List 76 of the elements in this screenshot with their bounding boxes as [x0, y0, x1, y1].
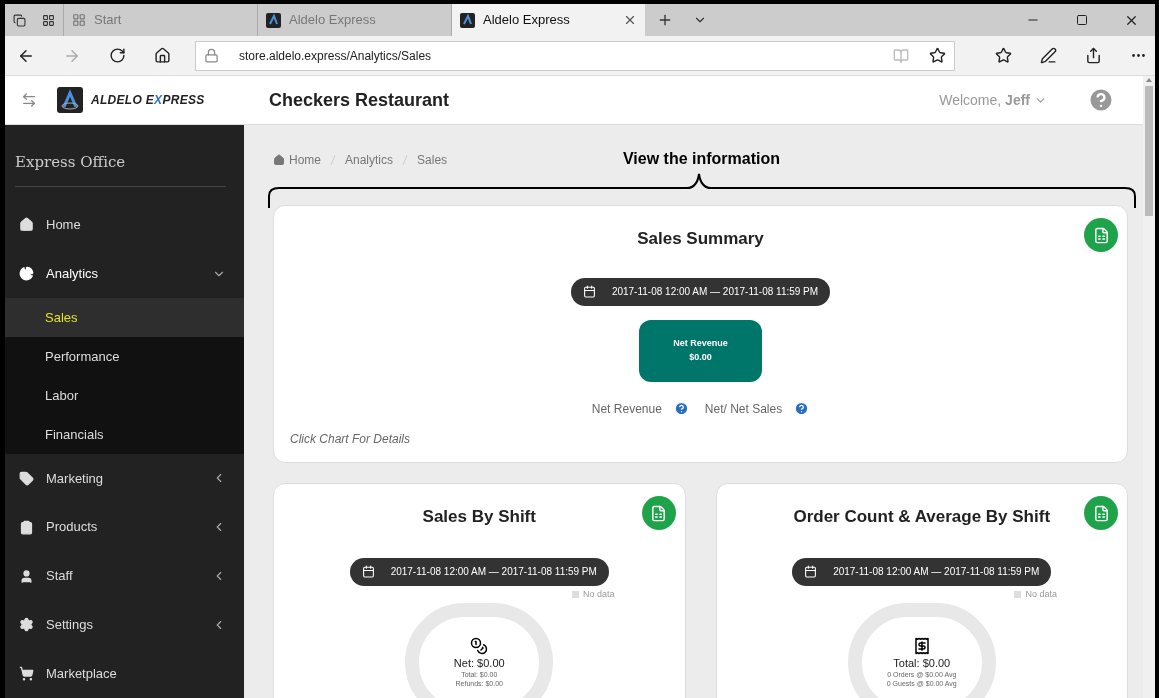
- date-range-button[interactable]: 2017-11-08 12:00 AM — 2017-11-08 11:59 PM: [792, 557, 1052, 586]
- sidebar-item[interactable]: Marketplace: [5, 649, 244, 698]
- brand-name: ALDELO EXPRESS: [91, 92, 205, 109]
- breadcrumb-link[interactable]: Home: [289, 151, 321, 169]
- breadcrumb-link[interactable]: Analytics: [345, 151, 394, 169]
- site-logo-icon: [460, 12, 475, 28]
- card-title: Sales By Shift: [422, 506, 536, 528]
- share-icon[interactable]: [1085, 47, 1102, 64]
- submenu-item[interactable]: Performance: [5, 337, 244, 377]
- sidebar-item[interactable]: Home: [5, 200, 244, 250]
- legend-swatch: [571, 590, 579, 598]
- legend-label: Net/ Net Sales: [704, 400, 783, 418]
- sidebar-item[interactable]: Products: [5, 502, 244, 552]
- date-range-button[interactable]: 2017-11-08 12:00 AM — 2017-11-08 11:59 PM: [349, 557, 609, 586]
- receipt-icon: [912, 637, 931, 655]
- legend-label: No data: [582, 587, 615, 601]
- pen-icon[interactable]: [1040, 47, 1057, 64]
- settings-icon: [19, 617, 34, 633]
- calendar-icon: [361, 565, 375, 578]
- date-range-button[interactable]: 2017-11-08 12:00 AM — 2017-11-08 11:59 PM: [570, 277, 831, 306]
- scrollbar-thumb[interactable]: [1145, 86, 1153, 216]
- tab-preview-icon[interactable]: [13, 13, 26, 27]
- legend-label: Net Revenue: [591, 400, 662, 418]
- calendar-icon: [582, 285, 596, 298]
- home-icon: [273, 154, 285, 166]
- start-page-icon: [72, 13, 86, 27]
- clipboard-icon: [19, 519, 34, 535]
- export-icon: [1092, 504, 1110, 522]
- browser-tab[interactable]: Aldelo Express: [451, 4, 645, 36]
- submenu-item[interactable]: Sales: [5, 298, 244, 338]
- help-icon[interactable]: [673, 401, 689, 416]
- coins-icon: [470, 637, 489, 655]
- calendar-icon: [804, 565, 818, 578]
- sidebar-item[interactable]: Staff: [5, 551, 244, 601]
- maximize-icon[interactable]: [1076, 14, 1088, 26]
- chart-total: Total: $0.00: [893, 657, 951, 670]
- card-title: Sales Summary: [637, 228, 764, 250]
- sidebar-item[interactable]: Analytics: [5, 249, 244, 299]
- sidebar-item[interactable]: Settings: [5, 600, 244, 650]
- logo-icon: [57, 87, 83, 113]
- submenu-item[interactable]: Labor: [5, 376, 244, 416]
- export-button[interactable]: [1084, 218, 1118, 252]
- address-field[interactable]: store.aldelo.express/Analytics/Sales: [195, 40, 955, 71]
- submenu-item[interactable]: Financials: [5, 415, 244, 455]
- new-tab-icon[interactable]: [657, 12, 673, 28]
- refresh-icon[interactable]: [109, 47, 126, 64]
- tag-icon: [19, 470, 34, 486]
- help-icon[interactable]: [1087, 86, 1115, 114]
- favorites-list-icon[interactable]: [995, 47, 1012, 64]
- site-logo-icon: [266, 12, 281, 28]
- export-button[interactable]: [641, 496, 676, 530]
- export-button[interactable]: [1084, 496, 1118, 530]
- favorite-star-icon[interactable]: [929, 47, 946, 64]
- export-icon: [650, 504, 667, 522]
- help-icon[interactable]: [794, 401, 810, 416]
- legend-swatch: [1014, 590, 1022, 598]
- card-title: Order Count & Average By Shift: [793, 506, 1051, 528]
- close-tab-icon[interactable]: [623, 13, 637, 27]
- lock-icon: [204, 48, 219, 63]
- legend-label: No data: [1025, 587, 1057, 601]
- person-icon: [19, 568, 34, 584]
- restaurant-name: Checkers Restaurant: [269, 88, 450, 112]
- net-revenue-tile[interactable]: Net Revenue $0.00: [639, 319, 762, 382]
- set-aside-icon[interactable]: [42, 13, 55, 27]
- annotation-text: View the information: [622, 149, 781, 169]
- cart-icon: [19, 666, 34, 682]
- swap-icon[interactable]: [21, 92, 37, 108]
- home-icon: [19, 217, 34, 233]
- home-icon[interactable]: [154, 47, 171, 64]
- pie-chart-icon: [19, 266, 34, 282]
- sidebar-item[interactable]: Marketing: [5, 454, 244, 503]
- sidebar-title: Express Office: [15, 151, 226, 187]
- hint-text: Click Chart For Details: [290, 430, 411, 448]
- chart-total: Net: $0.00: [453, 657, 505, 670]
- export-icon: [1092, 226, 1110, 244]
- scroll-up-icon[interactable]: [1145, 76, 1153, 84]
